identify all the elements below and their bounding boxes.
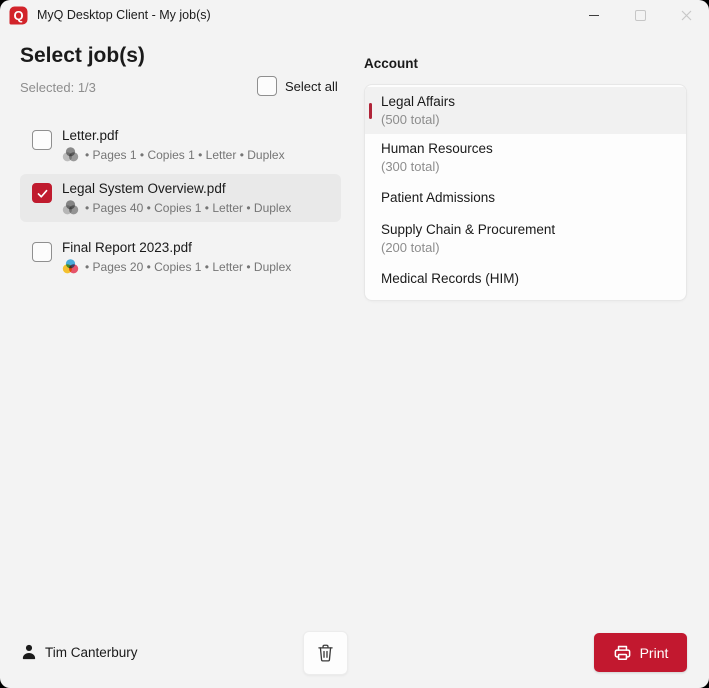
printer-icon [613,643,632,662]
titlebar: Q MyQ Desktop Client - My job(s) [0,0,709,30]
maximize-icon[interactable] [617,0,663,30]
delete-job-button[interactable] [303,631,348,675]
account-item-human-resources[interactable]: Human Resources (300 total) [365,134,686,181]
window-title: MyQ Desktop Client - My job(s) [37,8,211,22]
account-section-label: Account [364,56,418,71]
account-detail: (300 total) [381,158,670,175]
grayscale-print-icon [62,147,79,162]
select-all-checkbox[interactable] [257,76,277,96]
selected-indicator [369,103,372,119]
job-checkbox[interactable] [32,183,52,203]
job-title: Legal System Overview.pdf [62,179,291,198]
job-checkbox[interactable] [32,130,52,150]
job-checkbox[interactable] [32,242,52,262]
print-button-label: Print [640,645,669,661]
account-list: Legal Affairs (500 total) Human Resource… [364,84,687,301]
color-print-icon [62,259,79,274]
close-icon[interactable] [663,0,709,30]
job-row[interactable]: Final Report 2023.pdf • Pages 20 • Copie… [20,233,341,281]
account-name: Supply Chain & Procurement [381,221,670,239]
caption-buttons [571,0,709,30]
account-detail: (200 total) [381,239,670,256]
current-user: Tim Canterbury [20,643,138,661]
account-name: Legal Affairs [381,93,670,111]
myq-logo-icon: Q [9,6,28,25]
job-title: Letter.pdf [62,126,285,145]
minimize-icon[interactable] [571,0,617,30]
job-row[interactable]: Letter.pdf • Pages 1 • Copies 1 • Letter… [20,121,341,169]
account-name: Human Resources [381,140,670,158]
print-button[interactable]: Print [594,633,687,672]
page-title: Select job(s) [20,44,145,68]
app-window: Q MyQ Desktop Client - My job(s) Select … [0,0,709,688]
job-meta: • Pages 1 • Copies 1 • Letter • Duplex [85,148,285,162]
job-row[interactable]: Legal System Overview.pdf • Pages 40 • C… [20,174,341,222]
account-item-legal-affairs[interactable]: Legal Affairs (500 total) [365,87,686,134]
grayscale-print-icon [62,200,79,215]
account-item-patient-admissions[interactable]: Patient Admissions [365,181,686,215]
account-detail: (500 total) [381,111,670,128]
job-title: Final Report 2023.pdf [62,238,291,257]
job-meta: • Pages 40 • Copies 1 • Letter • Duplex [85,201,291,215]
account-name: Patient Admissions [381,189,670,207]
account-name: Medical Records (HIM) [381,270,670,288]
user-name: Tim Canterbury [45,645,138,660]
select-all-label: Select all [285,79,338,94]
selected-count: Selected: 1/3 [20,80,96,95]
trash-icon [315,643,336,664]
select-all-control[interactable]: Select all [257,76,338,96]
svg-text:Q: Q [13,8,23,23]
account-item-supply-chain[interactable]: Supply Chain & Procurement (200 total) [365,215,686,262]
job-meta: • Pages 20 • Copies 1 • Letter • Duplex [85,260,291,274]
account-item-medical-records[interactable]: Medical Records (HIM) [365,262,686,296]
user-icon [20,643,38,661]
